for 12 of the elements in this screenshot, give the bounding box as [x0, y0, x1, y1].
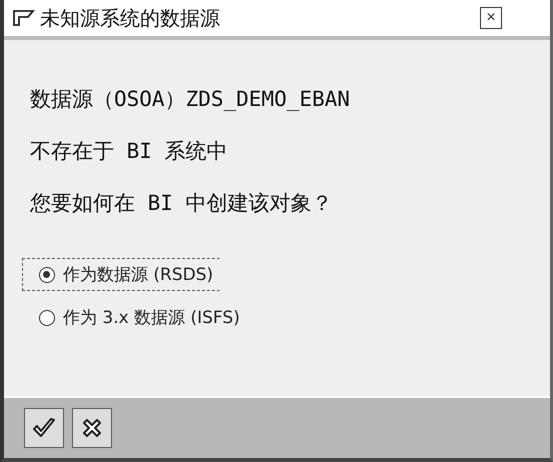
radio-option[interactable]: 作为 3.x 数据源 (ISFS) — [22, 301, 247, 334]
window-title: 未知源系统的数据源 — [40, 4, 221, 32]
cancel-icon — [80, 416, 104, 440]
close-button[interactable]: × — [480, 7, 502, 29]
message-line: 数据源（OSOA）ZDS_DEMO_EBAN — [30, 86, 351, 113]
window-icon — [12, 9, 36, 27]
confirm-button[interactable] — [24, 408, 64, 448]
radio-option[interactable]: 作为数据源 (RSDS) — [22, 258, 220, 291]
cancel-button[interactable] — [72, 408, 112, 448]
checkmark-icon — [31, 416, 57, 440]
message-line: 您要如何在 BI 中创建该对象？ — [30, 190, 334, 217]
message-line: 不存在于 BI 系统中 — [30, 138, 229, 165]
